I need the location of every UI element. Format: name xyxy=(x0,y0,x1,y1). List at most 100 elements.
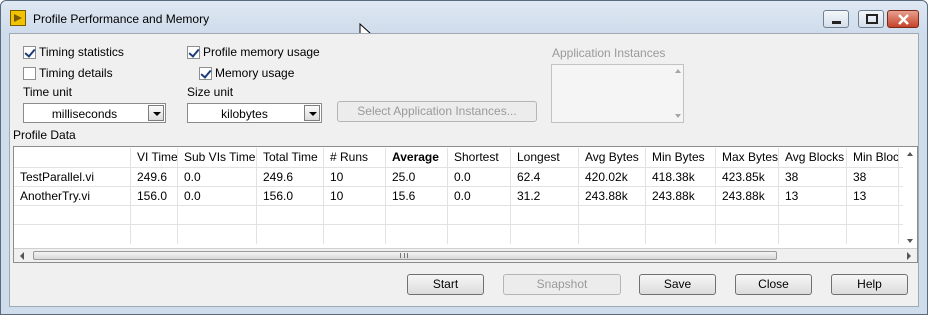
timing-details-checkbox[interactable] xyxy=(23,67,36,80)
table-cell[interactable]: 420.02k xyxy=(579,168,646,187)
column-header[interactable] xyxy=(14,148,131,167)
table-cell[interactable]: 423.85k xyxy=(716,168,779,187)
empty-cell[interactable] xyxy=(511,206,579,225)
scroll-right-icon[interactable] xyxy=(907,252,911,260)
table-cell[interactable]: 243.88k xyxy=(716,187,779,206)
column-header[interactable]: Sub VIs Time xyxy=(178,148,257,167)
table-cell[interactable]: 249.6 xyxy=(257,168,324,187)
empty-cell[interactable] xyxy=(511,225,579,244)
scroll-down-icon[interactable] xyxy=(907,239,913,243)
table-cell[interactable]: 0.0 xyxy=(448,168,511,187)
empty-cell[interactable] xyxy=(386,225,448,244)
horizontal-scrollbar[interactable] xyxy=(14,248,917,262)
column-header[interactable]: Min Bytes xyxy=(646,148,716,167)
maximize-button[interactable] xyxy=(858,10,884,28)
table-cell[interactable]: 156.0 xyxy=(131,187,178,206)
vertical-scrollbar[interactable] xyxy=(903,147,917,247)
empty-cell[interactable] xyxy=(178,225,257,244)
table-cell[interactable]: TestParallel.vi xyxy=(14,168,131,187)
empty-cell[interactable] xyxy=(847,206,899,225)
column-header[interactable]: VI Time xyxy=(131,148,178,167)
column-header[interactable]: Avg Blocks xyxy=(779,148,847,167)
table-cell[interactable]: 25.0 xyxy=(386,168,448,187)
empty-cell[interactable] xyxy=(448,206,511,225)
size-unit-value: kilobytes xyxy=(221,107,268,121)
application-instances-list[interactable] xyxy=(551,64,684,123)
empty-cell[interactable] xyxy=(779,206,847,225)
dialog-body: Timing statistics Timing details Profile… xyxy=(9,33,919,307)
help-button[interactable]: Help xyxy=(831,274,908,295)
column-header[interactable]: # Runs xyxy=(324,148,386,167)
column-header[interactable]: Total Time xyxy=(257,148,324,167)
column-header[interactable]: Min Bloc xyxy=(847,148,899,167)
table-cell[interactable]: AnotherTry.vi xyxy=(14,187,131,206)
table-cell[interactable]: 0.0 xyxy=(178,168,257,187)
empty-cell[interactable] xyxy=(324,206,386,225)
timing-statistics-checkbox[interactable] xyxy=(23,46,36,59)
table-cell[interactable]: 0.0 xyxy=(448,187,511,206)
table-cell[interactable]: 243.88k xyxy=(579,187,646,206)
empty-cell[interactable] xyxy=(131,206,178,225)
scrollbar-thumb[interactable] xyxy=(33,251,777,260)
empty-cell[interactable] xyxy=(646,225,716,244)
minimize-button[interactable] xyxy=(823,10,849,28)
scroll-up-icon[interactable] xyxy=(907,152,913,156)
empty-cell[interactable] xyxy=(257,206,324,225)
table-cell[interactable]: 38 xyxy=(847,168,899,187)
table-cell[interactable]: 15.6 xyxy=(386,187,448,206)
close-button[interactable]: Close xyxy=(735,274,812,295)
empty-cell[interactable] xyxy=(448,225,511,244)
chevron-down-icon[interactable] xyxy=(148,105,164,121)
scroll-left-icon[interactable] xyxy=(20,252,24,260)
empty-cell[interactable] xyxy=(131,225,178,244)
table-cell[interactable]: 243.88k xyxy=(646,187,716,206)
snapshot-button[interactable]: Snapshot xyxy=(503,274,621,295)
empty-cell[interactable] xyxy=(257,225,324,244)
minimize-icon xyxy=(832,21,841,24)
close-window-button[interactable] xyxy=(887,10,919,28)
size-unit-select[interactable]: kilobytes xyxy=(187,103,322,123)
scroll-down-icon[interactable] xyxy=(675,114,681,118)
empty-cell[interactable] xyxy=(579,206,646,225)
empty-cell[interactable] xyxy=(14,225,131,244)
profile-memory-usage-checkbox[interactable] xyxy=(187,46,200,59)
table-cell[interactable]: 13 xyxy=(779,187,847,206)
time-unit-value: milliseconds xyxy=(51,107,118,121)
column-header[interactable]: Longest xyxy=(511,148,579,167)
empty-cell[interactable] xyxy=(178,206,257,225)
window-title: Profile Performance and Memory xyxy=(33,12,210,26)
table-cell[interactable]: 10 xyxy=(324,187,386,206)
table-cell[interactable]: 13 xyxy=(847,187,899,206)
table-cell[interactable]: 156.0 xyxy=(257,187,324,206)
empty-cell[interactable] xyxy=(386,206,448,225)
title-bar[interactable]: Profile Performance and Memory xyxy=(1,1,927,43)
empty-cell[interactable] xyxy=(324,225,386,244)
select-application-instances-button[interactable]: Select Application Instances... xyxy=(337,101,537,122)
empty-cell[interactable] xyxy=(779,225,847,244)
empty-cell[interactable] xyxy=(579,225,646,244)
column-header[interactable]: Shortest xyxy=(448,148,511,167)
time-unit-select[interactable]: milliseconds xyxy=(23,103,166,123)
table-cell[interactable]: 38 xyxy=(779,168,847,187)
start-button[interactable]: Start xyxy=(407,274,484,295)
scroll-up-icon[interactable] xyxy=(675,69,681,73)
table-cell[interactable]: 10 xyxy=(324,168,386,187)
table-cell[interactable]: 418.38k xyxy=(646,168,716,187)
column-header[interactable]: Average xyxy=(386,148,448,167)
empty-cell[interactable] xyxy=(646,206,716,225)
table-cell[interactable]: 62.4 xyxy=(511,168,579,187)
empty-cell[interactable] xyxy=(716,225,779,244)
profile-data-table[interactable]: VI Time Sub VIs Time Total Time # Runs Avera… xyxy=(13,146,918,263)
table-cell[interactable]: 249.6 xyxy=(131,168,178,187)
memory-usage-checkbox[interactable] xyxy=(199,67,212,80)
column-header[interactable]: Avg Bytes xyxy=(579,148,646,167)
chevron-down-icon[interactable] xyxy=(304,105,320,121)
close-icon xyxy=(898,14,909,25)
empty-cell[interactable] xyxy=(716,206,779,225)
table-cell[interactable]: 0.0 xyxy=(178,187,257,206)
save-button[interactable]: Save xyxy=(639,274,716,295)
empty-cell[interactable] xyxy=(847,225,899,244)
column-header[interactable]: Max Bytes xyxy=(716,148,779,167)
empty-cell[interactable] xyxy=(14,206,131,225)
table-cell[interactable]: 31.2 xyxy=(511,187,579,206)
